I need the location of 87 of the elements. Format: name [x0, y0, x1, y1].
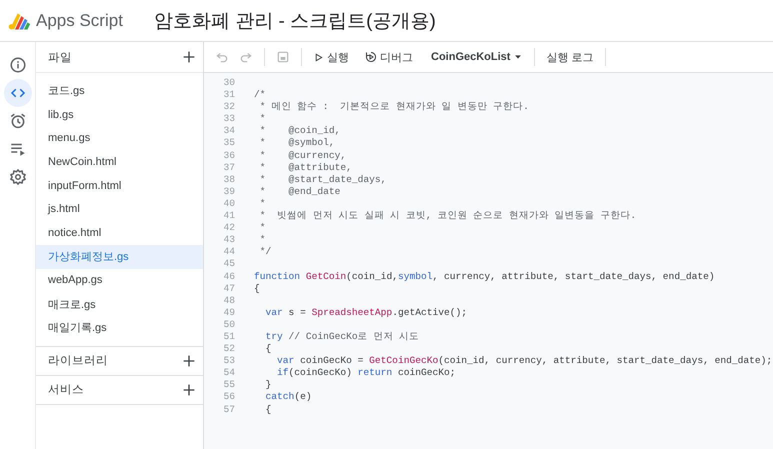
project-title: 암호화폐 관리 - 스크립트(공개용) [154, 10, 436, 34]
line-number: 37 [222, 162, 235, 174]
line-number: 31 [222, 89, 235, 102]
file-item[interactable]: NewCoin.html [36, 150, 203, 174]
line-number: 51 [222, 330, 235, 344]
line-number: 32 [222, 101, 235, 114]
line-number: 45 [222, 258, 235, 270]
add-button[interactable] [181, 382, 197, 398]
code-line: * 빗썸에 먼저 시도 실패 시 코빗, 코인원 순으로 현재가와 일변동을 구한다. [258, 210, 636, 222]
code-line: catch(e) [264, 391, 312, 404]
code-line: /* [254, 89, 266, 102]
redo-icon [239, 50, 253, 64]
code-line: * [258, 234, 266, 246]
code-line: function GetCoin(coin_id,symbol, currency, attribute, start_date_days, end_date) [254, 270, 715, 283]
code-line: */ [258, 246, 272, 258]
line-number: 48 [222, 294, 235, 307]
code-line: * [258, 198, 266, 210]
code-line: * [258, 222, 266, 234]
code-line: * @start_date_days, [258, 174, 386, 186]
plus-icon [181, 49, 197, 65]
line-number: 44 [222, 246, 235, 258]
undo-icon [215, 50, 229, 64]
code-line: var s = SpreadsheetApp.getActive(); [264, 306, 468, 319]
file-item[interactable]: js.html [36, 197, 203, 222]
line-number: 40 [222, 198, 235, 210]
code-line: { [264, 404, 272, 416]
line-number: 50 [222, 318, 235, 331]
section-heading: 라이브러리 [48, 354, 108, 368]
file-item[interactable]: inputForm.html [36, 174, 203, 198]
line-number: 53 [222, 355, 235, 368]
line-number: 46 [222, 270, 235, 283]
play-icon [313, 52, 324, 62]
code-line: { [264, 343, 272, 356]
line-number: 49 [222, 306, 235, 319]
debug-button[interactable]: 디버그 [362, 48, 416, 66]
file-item[interactable]: webApp.gs [36, 268, 203, 292]
alarm-clock-icon [8, 112, 26, 130]
code-line: * @coin_id, [258, 125, 340, 138]
files-heading: 파일 [48, 50, 72, 64]
save-icon [276, 50, 290, 64]
line-number: 33 [222, 113, 235, 126]
file-item[interactable]: 가상화폐정보.gs [36, 244, 203, 268]
line-number: 34 [222, 125, 235, 138]
line-number: 56 [222, 391, 235, 404]
add-file-button[interactable] [181, 49, 197, 65]
function-select[interactable]: CoinGecKoList [428, 49, 526, 65]
code-line: } [264, 379, 272, 392]
file-item[interactable]: notice.html [36, 221, 203, 245]
line-number: 54 [222, 367, 235, 380]
line-number: 41 [222, 210, 235, 222]
file-item[interactable]: 매일기록.gs [36, 316, 203, 340]
product-name: Apps Script [36, 10, 124, 30]
add-button[interactable] [181, 352, 197, 369]
code-line: var coinGecKo = GetCoinGecKo(coin_id, currency, attribute, start_date_days, end_date); [276, 355, 772, 368]
code-line: if(coinGecKo) return coinGecKo; [276, 367, 456, 380]
info-icon [8, 56, 26, 74]
code-line: * 메인 함수 : 기본적으로 현재가와 일 변동만 구한다. [258, 101, 529, 114]
debug-icon [365, 51, 377, 63]
execution-log-button[interactable]: 실행 로그 [543, 48, 597, 66]
file-item[interactable]: menu.gs [36, 126, 203, 150]
line-number: 52 [222, 343, 235, 356]
line-number: 42 [222, 222, 235, 234]
file-item[interactable]: 매크로.gs [36, 292, 203, 316]
line-number: 36 [222, 150, 235, 162]
file-item[interactable]: lib.gs [36, 102, 203, 126]
code-line: * [258, 113, 266, 126]
line-number: 57 [222, 404, 235, 416]
line-number: 43 [222, 234, 235, 246]
plus-icon [181, 382, 197, 398]
line-number: 47 [222, 282, 235, 295]
settings-icon [8, 168, 26, 186]
section-heading: 서비스 [48, 383, 84, 398]
line-number: 39 [222, 186, 235, 198]
code-line: * @symbol, [258, 137, 335, 150]
line-number: 30 [222, 77, 235, 90]
code-line: * @currency, [258, 150, 346, 162]
line-number: 38 [222, 174, 235, 186]
line-number: 55 [222, 379, 235, 392]
code-line: try // CoinGecKo로 먼저 시도 [264, 330, 420, 344]
code-line: * @end_date [258, 186, 340, 198]
plus-icon [181, 352, 197, 369]
file-item[interactable]: 코드.gs [36, 79, 203, 103]
code-line: { [254, 282, 260, 295]
code-line: * @attribute, [258, 162, 352, 174]
rail-button[interactable] [4, 79, 32, 107]
run-button[interactable]: 실행 [310, 48, 352, 66]
line-number: 35 [222, 137, 235, 150]
